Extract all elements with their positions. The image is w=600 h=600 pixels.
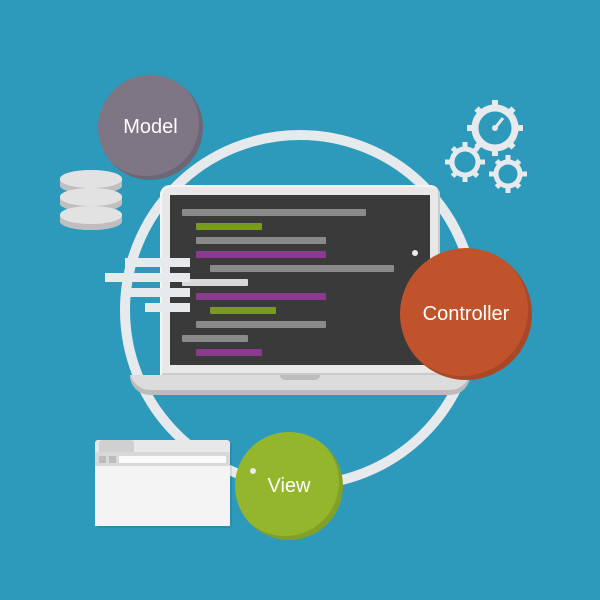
code-bars-icon <box>105 258 190 312</box>
connector-dot <box>412 250 418 256</box>
model-label: Model <box>123 116 177 139</box>
model-node: Model <box>98 75 203 180</box>
controller-node: Controller <box>400 248 532 380</box>
view-node: View <box>235 432 343 540</box>
browser-window-icon <box>95 440 230 526</box>
code-editor <box>170 195 430 365</box>
connector-dot <box>198 162 204 168</box>
controller-label: Controller <box>423 303 510 326</box>
connector-dot <box>250 468 256 474</box>
view-label: View <box>268 475 311 498</box>
database-icon <box>60 170 122 230</box>
gears-icon <box>440 100 550 205</box>
laptop-code-icon <box>160 185 440 395</box>
mvc-diagram: Model Controller View <box>0 0 600 600</box>
